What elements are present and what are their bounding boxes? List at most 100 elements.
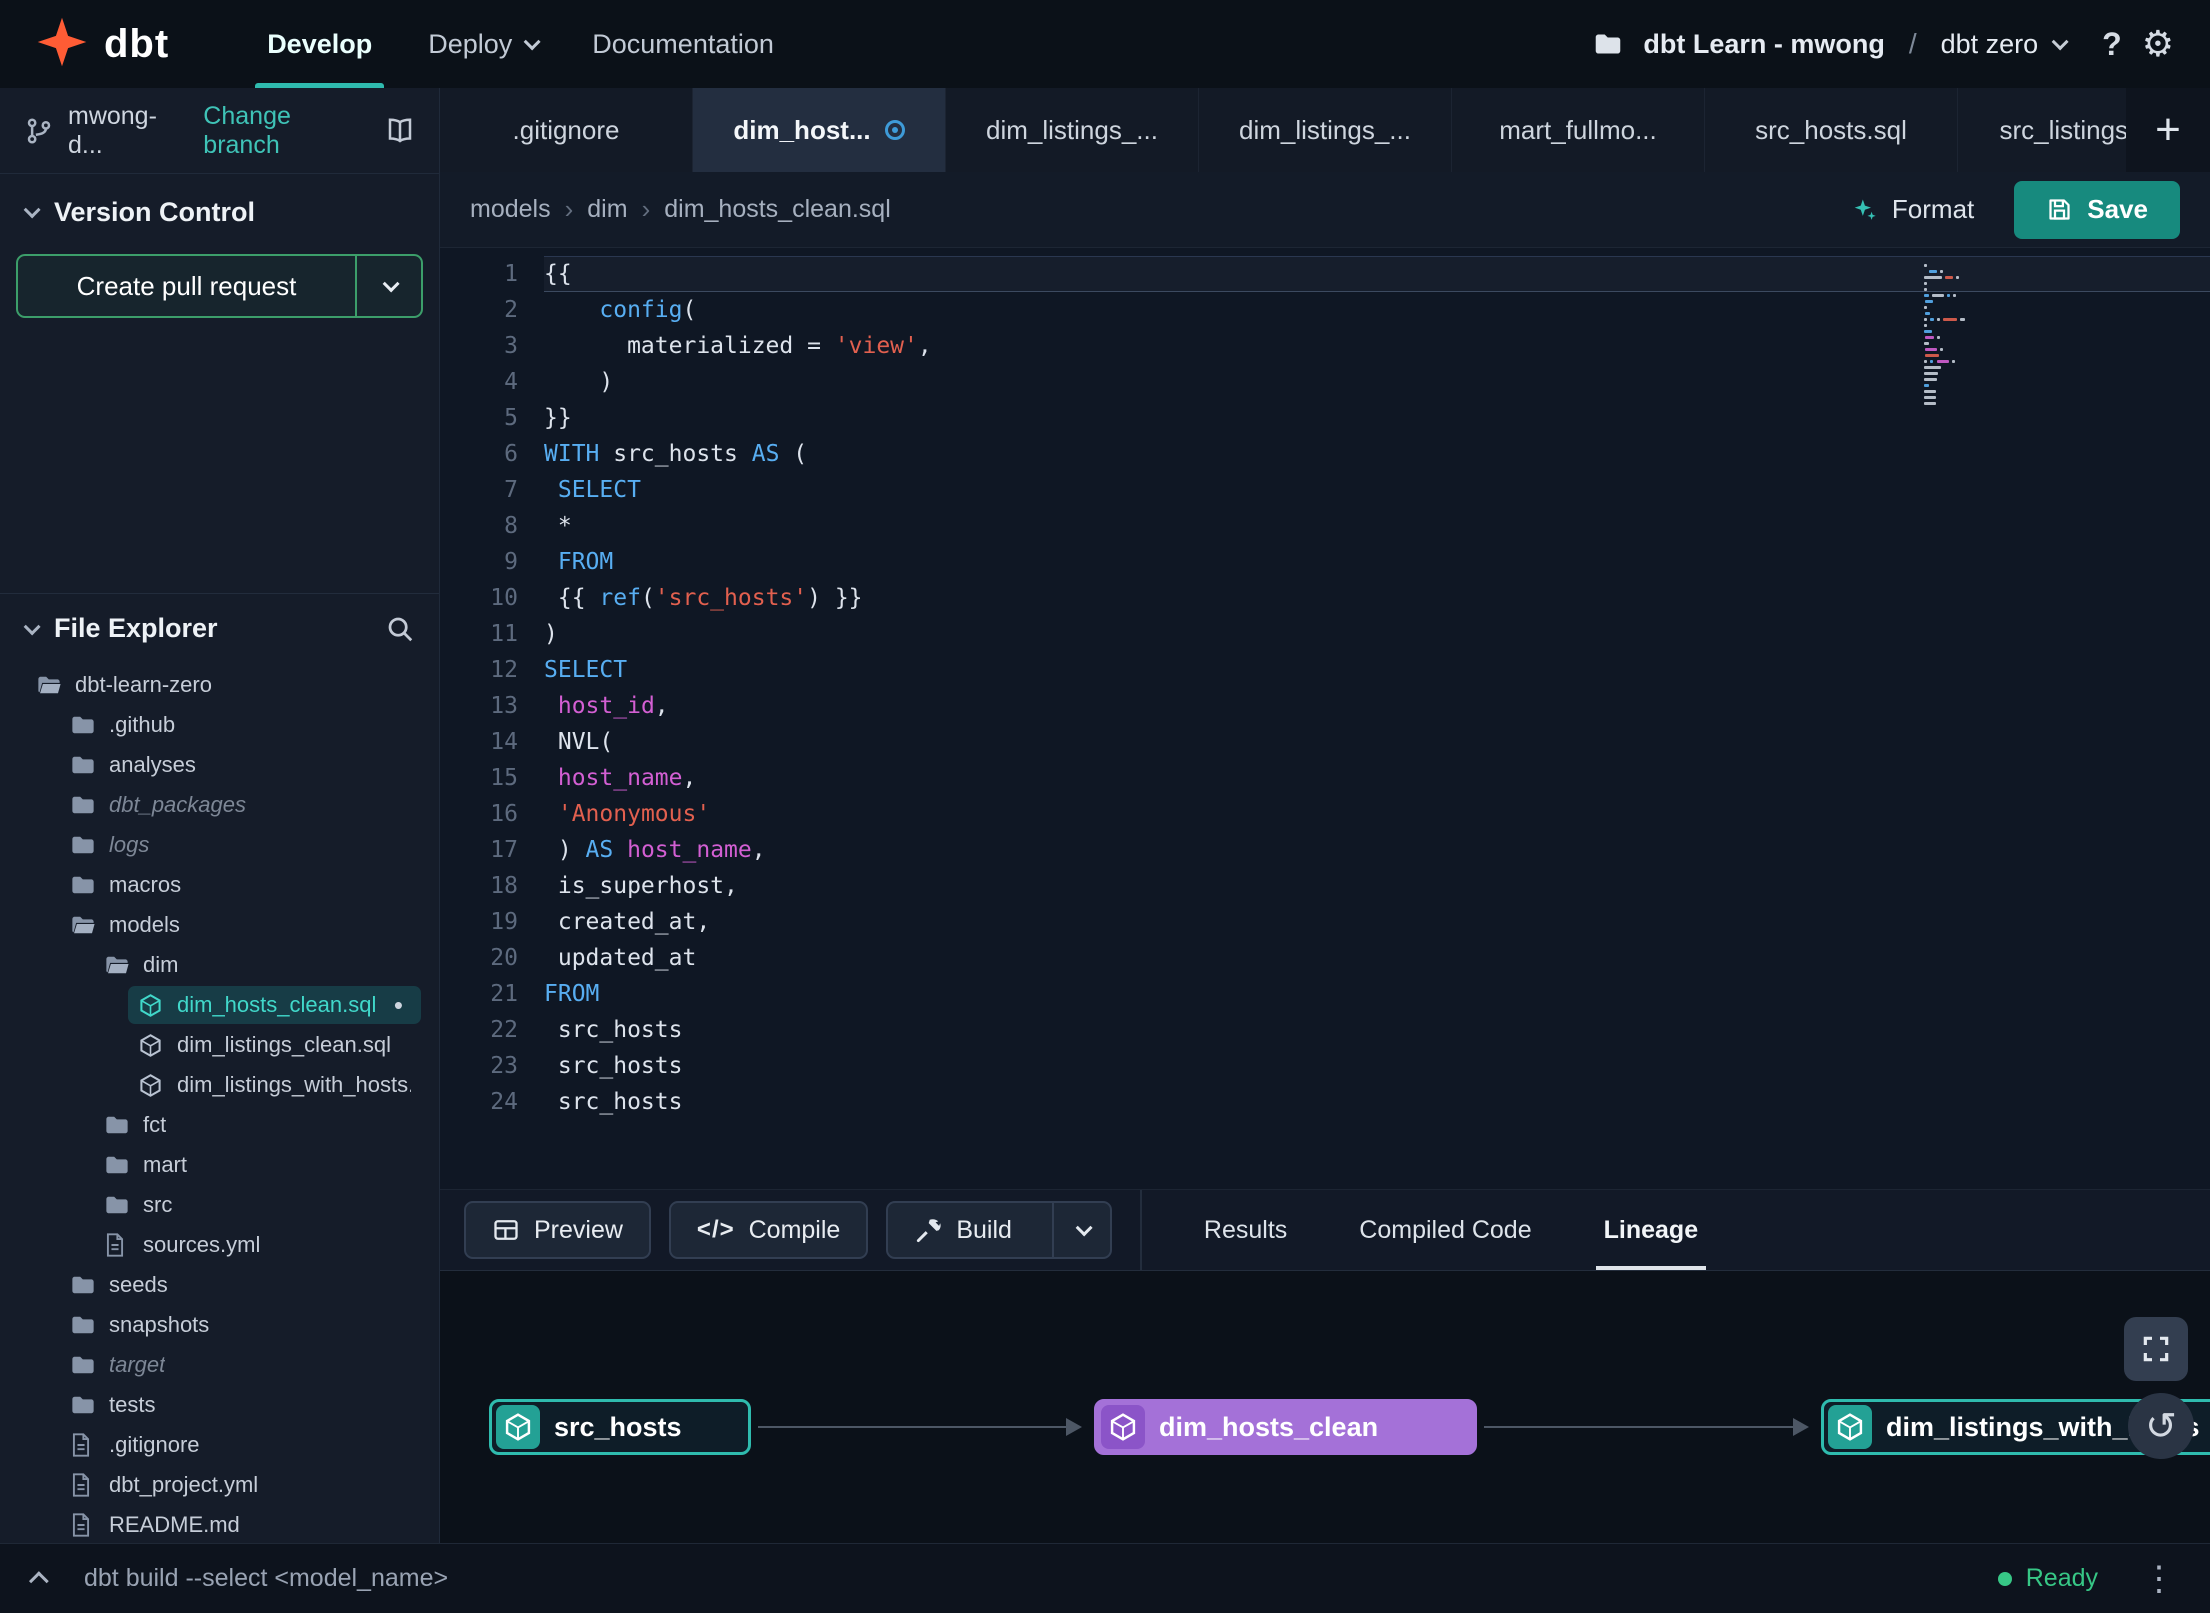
tree-item-dim_listings_with_hosts...[interactable]: dim_listings_with_hosts...	[0, 1065, 439, 1105]
lineage-edge	[758, 1418, 1082, 1436]
tree-item-label: .github	[109, 712, 176, 737]
tab-label: dim_listings_...	[986, 114, 1158, 145]
kebab-menu-icon[interactable]: ⋮	[2142, 1559, 2176, 1599]
tree-item-dim_listings_clean.sql[interactable]: dim_listings_clean.sql	[0, 1025, 439, 1065]
folder-icon	[70, 1274, 97, 1296]
help-icon[interactable]: ?	[2102, 26, 2122, 63]
project-name[interactable]: dbt Learn - mwong	[1643, 29, 1884, 60]
file-tab-.gitignore[interactable]: .gitignore	[440, 88, 693, 172]
brand[interactable]: dbt	[36, 16, 169, 73]
nav-deploy[interactable]: Deploy	[400, 0, 564, 88]
tree-item-README.md[interactable]: README.md	[0, 1505, 439, 1543]
tree-item-label: dbt-learn-zero	[75, 672, 212, 697]
breadcrumb-item[interactable]: models	[470, 195, 551, 224]
file-explorer-header[interactable]: File Explorer	[0, 593, 439, 663]
file-icon	[70, 1472, 97, 1498]
folder-icon	[104, 1114, 131, 1136]
action-bar: Preview </> Compile Build Results Compil…	[440, 1189, 2210, 1271]
build-dropdown-caret[interactable]	[1051, 1203, 1110, 1257]
tree-item-label: dim_listings_clean.sql	[177, 1032, 391, 1057]
expand-console-icon[interactable]	[28, 1570, 49, 1591]
tab-label: .gitignore	[512, 114, 620, 145]
tree-item-src[interactable]: src	[0, 1185, 439, 1225]
file-tab-dim_listings_...[interactable]: dim_listings_...	[946, 88, 1199, 172]
project-folder-icon	[1593, 31, 1623, 57]
new-tab-button[interactable]: +	[2126, 88, 2210, 172]
pr-dropdown-caret[interactable]	[355, 256, 421, 316]
change-branch-link[interactable]: Change branch	[203, 102, 371, 160]
lineage-node-src_hosts[interactable]: src_hosts	[489, 1399, 751, 1455]
tree-item-label: src	[143, 1192, 173, 1217]
tree-item-models[interactable]: models	[0, 905, 439, 945]
tree-item-dim_hosts_clean.sql[interactable]: dim_hosts_clean.sql •	[0, 985, 439, 1025]
preview-button[interactable]: Preview	[464, 1201, 651, 1259]
main-nav: Develop Deploy Documentation	[239, 0, 802, 88]
code-line: SELECT	[544, 657, 628, 683]
minimap[interactable]	[1924, 262, 2054, 406]
file-tab-mart_fullmo...[interactable]: mart_fullmo...	[1452, 88, 1705, 172]
tree-item-analyses[interactable]: analyses	[0, 745, 439, 785]
tab-lineage[interactable]: Lineage	[1568, 1190, 1734, 1270]
status-label: Ready	[2025, 1564, 2098, 1592]
tree-item-snapshots[interactable]: snapshots	[0, 1305, 439, 1345]
breadcrumb-item[interactable]: dim_hosts_clean.sql	[664, 195, 891, 224]
tree-item-dbt_project.yml[interactable]: dbt_project.yml	[0, 1465, 439, 1505]
tree-item-.github[interactable]: .github	[0, 705, 439, 745]
nav-develop[interactable]: Develop	[239, 0, 400, 88]
code-line: FROM	[544, 981, 600, 1007]
breadcrumb-item[interactable]: dim	[587, 195, 627, 224]
tree-item-macros[interactable]: macros	[0, 865, 439, 905]
tree-item-tests[interactable]: tests	[0, 1385, 439, 1425]
model-icon	[138, 1033, 165, 1058]
file-icon	[70, 1432, 97, 1458]
breadcrumb-bar: models › dim › dim_hosts_clean.sql Format Sa…	[440, 172, 2210, 248]
environment-select[interactable]: dbt zero	[1941, 29, 2069, 60]
tree-item-label: dim_listings_with_hosts...	[177, 1072, 411, 1097]
fullscreen-icon[interactable]	[2124, 1317, 2188, 1381]
tree-item-mart[interactable]: mart	[0, 1145, 439, 1185]
model-icon	[138, 993, 165, 1018]
save-button[interactable]: Save	[2014, 180, 2180, 239]
folder-icon	[104, 1194, 131, 1216]
tab-label: src_listings.sql	[1999, 114, 2126, 145]
file-tab-dim_host...[interactable]: dim_host...	[693, 88, 946, 172]
settings-gear-icon[interactable]: ⚙	[2142, 23, 2174, 65]
tree-item-dbt-learn-zero[interactable]: dbt-learn-zero	[0, 665, 439, 705]
tree-item-sources.yml[interactable]: sources.yml	[0, 1225, 439, 1265]
create-pull-request-button[interactable]: Create pull request	[16, 254, 423, 318]
tab-results[interactable]: Results	[1168, 1190, 1323, 1270]
sparkles-icon	[1850, 196, 1878, 224]
code-line: *	[544, 513, 572, 539]
format-button[interactable]: Format	[1850, 194, 1974, 225]
build-main[interactable]: Build	[888, 1203, 1038, 1257]
file-icon	[104, 1232, 131, 1258]
tree-item-dbt_packages[interactable]: dbt_packages	[0, 785, 439, 825]
tree-item-target[interactable]: target	[0, 1345, 439, 1385]
tree-item-label: mart	[143, 1152, 187, 1177]
version-control-header[interactable]: Version Control	[0, 174, 439, 250]
docs-book-icon[interactable]	[385, 116, 415, 146]
create-pull-request-label[interactable]: Create pull request	[18, 256, 355, 316]
reset-view-icon[interactable]: ↺	[2128, 1393, 2194, 1459]
tab-label: dim_host...	[733, 114, 871, 145]
file-tab-src_hosts.sql[interactable]: src_hosts.sql	[1705, 88, 1958, 172]
compile-button[interactable]: </> Compile	[668, 1201, 869, 1259]
status-right: Ready ⋮	[1997, 1559, 2176, 1599]
file-tab-dim_listings_...[interactable]: dim_listings_...	[1199, 88, 1452, 172]
file-tab-src_listings.sql[interactable]: src_listings.sql	[1958, 88, 2126, 172]
search-icon[interactable]	[385, 614, 415, 644]
lineage-node-dim_hosts_clean[interactable]: dim_hosts_clean	[1094, 1399, 1477, 1455]
tree-item-fct[interactable]: fct	[0, 1105, 439, 1145]
code-editor[interactable]: 1 2 3 4 5 6 7 8 9 10 11 12 13 14 15 16 17 18 19 20 21 22 23 24 …	[440, 248, 2210, 1189]
brand-name: dbt	[104, 21, 170, 66]
tree-item-.gitignore[interactable]: .gitignore	[0, 1425, 439, 1465]
nav-documentation[interactable]: Documentation	[564, 0, 802, 88]
tree-item-logs[interactable]: logs	[0, 825, 439, 865]
tree-item-dim[interactable]: dim	[0, 945, 439, 985]
folder-icon	[70, 874, 97, 896]
tree-item-seeds[interactable]: seeds	[0, 1265, 439, 1305]
code-line: host_name,	[557, 765, 697, 791]
result-tabs: Results Compiled Code Lineage	[1168, 1190, 1734, 1270]
build-button[interactable]: Build	[886, 1201, 1112, 1259]
tab-compiled-code[interactable]: Compiled Code	[1323, 1190, 1567, 1270]
